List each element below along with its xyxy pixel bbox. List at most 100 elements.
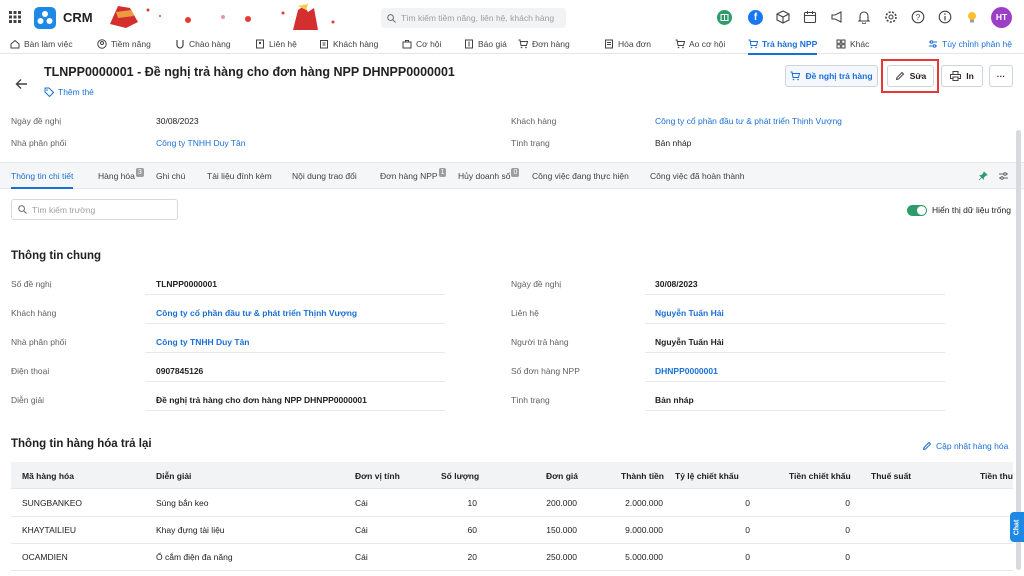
nav-item-offers[interactable]: Chào hàng [175,34,231,54]
facebook-icon[interactable]: f [748,10,763,25]
nav-item-orders[interactable]: Đơn hàng [518,34,570,54]
column-header[interactable]: Tiền thu [980,471,1013,481]
gear-icon[interactable] [884,10,898,24]
tab-label: Công việc đã hoàn thành [650,170,745,181]
status-value: Bản nháp [655,138,692,148]
global-search[interactable]: Tìm kiếm tiềm năng, liên hệ, khách hàng [381,8,566,28]
settings-sliders-icon[interactable] [998,171,1009,181]
customize-label: Tùy chỉnh phân hệ [942,39,1012,49]
field-label: Nhà phân phối [11,337,67,347]
field-value: 0907845126 [156,366,204,376]
pool-icon [675,39,685,49]
page-scrollbar[interactable] [1016,130,1021,570]
cell-unit: Cái [355,552,368,562]
column-header[interactable]: Mã hàng hóa [22,471,74,481]
toggle-knob [917,206,926,215]
cell-code: SUNGBANKEO [22,498,82,508]
column-header[interactable]: Tiền chiết khấu [789,471,851,481]
nav-item-leads[interactable]: Tiềm năng [97,34,151,54]
field-label: Ngày đề nghị [511,279,562,289]
nav-item-quotes[interactable]: Báo giá [464,34,507,54]
cell-quantity: 10 [467,498,477,508]
tab-tasks-in-progress[interactable]: Công việc đang thực hiện [532,163,629,188]
tab-discussions[interactable]: Nội dung trao đổi [292,163,357,188]
tab-attachments[interactable]: Tài liệu đính kèm [207,163,272,188]
field-label: Số đề nghị [11,279,52,289]
tab-label: Tài liệu đính kèm [207,170,272,181]
tab-goods[interactable]: Hàng hóa 3 [98,163,144,188]
bell-icon[interactable] [857,10,871,24]
column-header[interactable]: Đơn vị tính [355,471,400,481]
nav-item-distributor-returns[interactable]: Trả hàng NPP [748,34,818,55]
user-circle-icon [97,39,107,49]
add-tag-link[interactable]: Thêm thẻ [44,87,94,97]
record-title: TLNPP0000001 - Đề nghị trả hàng cho đơn … [44,65,455,79]
field-value: Nguyễn Tuấn Hải [655,337,724,347]
nav-item-opportunities[interactable]: Cơ hội [402,34,441,54]
search-icon [387,13,396,23]
back-arrow-icon[interactable] [15,78,28,90]
column-header[interactable]: Tỷ lệ chiết khấu [675,471,739,481]
global-search-placeholder: Tìm kiếm tiềm năng, liên hệ, khách hàng [401,13,555,23]
update-goods-link[interactable]: Cập nhật hàng hóa [922,441,1008,451]
nav-label: Cơ hội [416,39,442,49]
edit-button[interactable]: Sửa [887,65,934,87]
avatar[interactable]: HT [991,7,1012,28]
customer-link[interactable]: Công ty cổ phần đầu tư & phát triển Thịn… [156,308,357,318]
app-launcher-icon[interactable] [9,11,21,23]
nav-item-opportunity-pool[interactable]: Ao cơ hội [675,34,725,54]
tab-badge: 1 [438,168,447,177]
column-header[interactable]: Đơn giá [546,471,578,481]
show-empty-label: Hiển thị dữ liệu trống [932,205,1011,215]
nav-label: Hóa đơn [618,39,651,49]
cell-unit-price: 200.000 [546,498,577,508]
field-search-input[interactable]: Tìm kiếm trường [11,199,178,220]
nav-label: Ao cơ hội [689,39,726,49]
return-cart-icon [748,39,758,49]
nav-item-invoices[interactable]: Hóa đơn [604,34,651,54]
distributor-link[interactable]: Công ty TNHH Duy Tân [156,138,245,148]
package-icon[interactable] [776,10,790,24]
nav-item-more[interactable]: Khác [836,34,869,54]
crm-logo-icon[interactable] [34,7,56,29]
cell-unit-price: 250.000 [546,552,577,562]
calendar-icon[interactable] [803,10,817,24]
customize-modules-link[interactable]: Tùy chỉnh phân hệ [928,34,1012,54]
column-header[interactable]: Thành tiền [621,471,664,481]
tab-label: Nội dung trao đổi [292,170,357,181]
tab-details[interactable]: Thông tin chi tiết [11,163,74,189]
knowledge-icon[interactable] [717,10,732,25]
info-icon[interactable] [938,10,952,24]
nav-item-dashboard[interactable]: Bàn làm việc [10,34,73,54]
propose-return-label: Đề nghị trả hàng [805,71,873,81]
column-header[interactable]: Diễn giải [156,471,191,481]
chat-button[interactable]: Chat [1010,512,1024,542]
nav-item-contacts[interactable]: Liên hệ [255,34,297,54]
field-underline [645,294,945,295]
tab-badge: 0 [511,168,520,177]
customer-link[interactable]: Công ty cổ phần đầu tư & phát triển Thịn… [655,116,842,126]
tab-distributor-orders[interactable]: Đơn hàng NPP 1 [380,163,447,188]
more-actions-button[interactable]: ··· [989,65,1013,87]
propose-return-button[interactable]: Đề nghị trả hàng [785,65,878,87]
distributor-order-link[interactable]: DHNPP0000001 [655,366,718,376]
building-icon [319,39,329,49]
column-header[interactable]: Số lượng [441,471,479,481]
distributor-link[interactable]: Công ty TNHH Duy Tân [156,337,250,347]
show-empty-toggle[interactable] [907,205,927,216]
field-underline [145,294,445,295]
column-header[interactable]: Thuế suất [871,471,911,481]
nav-label: Liên hệ [269,39,297,49]
print-button[interactable]: In [941,65,983,87]
help-icon[interactable]: ? [911,10,925,24]
pin-icon[interactable] [978,171,988,181]
search-icon [18,205,27,214]
megaphone-icon[interactable] [830,10,844,24]
lightbulb-icon[interactable] [965,10,979,24]
tab-notes[interactable]: Ghi chú [156,163,185,188]
cell-quantity: 20 [467,552,477,562]
nav-item-customers[interactable]: Khách hàng [319,34,378,54]
contact-link[interactable]: Nguyễn Tuấn Hải [655,308,724,318]
tab-tasks-completed[interactable]: Công việc đã hoàn thành [650,163,745,188]
tab-cancel-sales[interactable]: Hủy doanh số 0 [458,163,520,188]
